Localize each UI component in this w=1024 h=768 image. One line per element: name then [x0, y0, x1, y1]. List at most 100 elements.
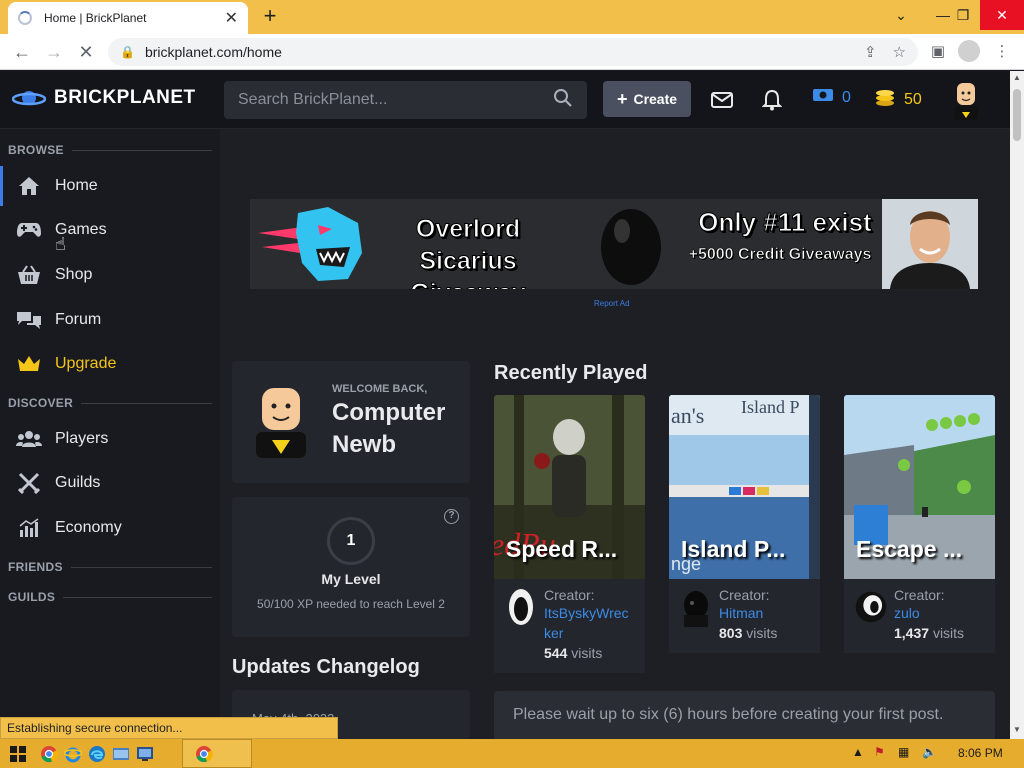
help-question-icon[interactable]: ? — [444, 509, 459, 524]
sidebar-item-home[interactable]: Home — [0, 166, 220, 206]
brickplanet-logo[interactable]: BRICKPLANET — [12, 87, 196, 109]
new-tab-button[interactable]: + — [258, 3, 282, 29]
url-text[interactable]: brickplanet.com/home — [145, 44, 848, 60]
bucks-icon — [812, 87, 834, 108]
game-meta: Creator: ItsByskyWrecker 544 visits — [494, 579, 645, 673]
game-card-escape[interactable]: Escape ... Creator: zulo 1,437 visits — [844, 395, 995, 653]
tray-volume-icon[interactable]: 🔈 — [922, 745, 937, 759]
sidebar-item-games[interactable]: Games — [0, 210, 220, 250]
search-box[interactable] — [224, 81, 587, 119]
create-label: Create — [633, 91, 678, 107]
sidebar-item-players[interactable]: Players — [0, 419, 220, 459]
sidebar-item-label: Shop — [55, 266, 93, 283]
profile-avatar[interactable] — [246, 382, 316, 463]
restore-button[interactable]: ❐ — [946, 0, 980, 30]
edge-icon[interactable] — [86, 741, 108, 766]
address-bar[interactable]: 🔒 brickplanet.com/home ⇪ ☆ — [108, 38, 918, 66]
chrome-taskbar-icon[interactable] — [38, 741, 60, 766]
scroll-up-arrow-icon[interactable]: ▲ — [1010, 73, 1024, 82]
browser-tab[interactable]: Home | BrickPlanet ✕ — [8, 2, 248, 34]
sidebar-item-forum[interactable]: Forum — [0, 300, 220, 340]
game-title: Escape ... — [856, 536, 963, 562]
lock-icon[interactable]: 🔒 — [120, 45, 135, 59]
side-panel-icon[interactable]: ▣ — [926, 40, 950, 64]
report-ad-link[interactable]: Report Ad — [594, 299, 630, 308]
tab-search-chevron-icon[interactable]: ⌄ — [884, 0, 918, 30]
sidebar-item-economy[interactable]: Economy — [0, 508, 220, 548]
taskbar-clock[interactable]: 8:06 PM — [958, 746, 1003, 760]
start-button[interactable] — [6, 741, 30, 766]
creator-name-link[interactable]: Hitman — [719, 603, 777, 623]
share-icon[interactable]: ⇪ — [864, 43, 877, 61]
back-button[interactable]: ← — [10, 40, 34, 64]
browse-heading-text: BROWSE — [8, 143, 64, 157]
gamepad-icon — [16, 219, 42, 241]
creator-name-link[interactable]: ItsByskyWrecker — [544, 603, 635, 643]
creator-name-link[interactable]: zulo — [894, 603, 964, 623]
sidebar-item-label: Guilds — [55, 474, 101, 491]
sidebar-item-upgrade[interactable]: Upgrade — [0, 344, 220, 384]
browser-profile-icon[interactable] — [958, 40, 980, 62]
banner-giveaway-title: Overlord Sicarius Giveaway — [410, 215, 526, 290]
beast-logo-icon — [258, 207, 362, 281]
chrome-running-icon[interactable] — [193, 741, 215, 766]
windows-taskbar: ▲ ⚑ ▦ 🔈 — [0, 739, 1024, 768]
user-avatar[interactable] — [946, 80, 986, 120]
close-tab-icon[interactable]: ✕ — [225, 8, 238, 28]
game-thumbnail[interactable]: Escape ... — [844, 395, 995, 579]
tray-expand-icon[interactable]: ▲ — [852, 745, 864, 759]
notifications-bell-icon[interactable] — [758, 86, 786, 114]
level-badge: 1 — [327, 517, 375, 565]
stop-loading-button[interactable]: ✕ — [74, 40, 98, 64]
friends-heading-text: FRIENDS — [8, 560, 63, 574]
ad-banner[interactable]: Overlord Sicarius Giveaway Only #11 exis… — [250, 199, 978, 289]
game-card-speed-run[interactable]: edRu Speed R... Creator: ItsByskyWrecker… — [494, 395, 645, 673]
visits-count: 803 — [719, 625, 743, 641]
bookmark-star-icon[interactable]: ☆ — [893, 43, 906, 61]
discover-heading-text: DISCOVER — [8, 396, 74, 410]
creator-avatar[interactable] — [854, 587, 888, 627]
divider — [71, 149, 212, 151]
sidebar-item-label: Players — [55, 430, 109, 447]
desktop-app-icon[interactable] — [134, 741, 156, 766]
banner-credit-text: +5000 Credit Giveaways — [688, 246, 872, 264]
create-button[interactable]: + Create — [603, 81, 691, 117]
scrollbar-thumb[interactable] — [1013, 89, 1021, 141]
bucks-balance[interactable]: 0 — [812, 87, 851, 108]
game-card-island[interactable]: an's Island P nge Island P... Creator: H… — [669, 395, 820, 653]
welcome-back-label: WELCOME BACK, — [332, 383, 428, 395]
game-meta: Creator: Hitman 803 visits — [669, 579, 820, 653]
logo-text: BRICKPLANET — [54, 87, 196, 108]
browser-menu-icon[interactable]: ⋮ — [990, 40, 1014, 64]
search-input[interactable] — [238, 91, 553, 109]
tray-network-icon[interactable]: ▦ — [898, 745, 909, 759]
divider — [63, 596, 212, 598]
internet-explorer-icon[interactable] — [62, 741, 84, 766]
creator-avatar[interactable] — [504, 587, 538, 627]
divider — [81, 402, 212, 404]
scroll-down-arrow-icon[interactable]: ▼ — [1010, 725, 1024, 734]
creator-avatar[interactable] — [679, 587, 713, 627]
credits-coins-icon — [874, 87, 896, 112]
game-thumbnail[interactable]: an's Island P nge Island P... — [669, 395, 820, 579]
divider — [70, 566, 212, 568]
sidebar-item-shop[interactable]: Shop — [0, 255, 220, 295]
username[interactable]: Computer Newb — [332, 397, 467, 461]
file-explorer-icon[interactable] — [110, 741, 132, 766]
svg-text:Island P: Island P — [741, 397, 800, 417]
messages-envelope-icon[interactable] — [708, 86, 736, 114]
svg-text:an's: an's — [671, 403, 704, 428]
visits-label: visits — [932, 625, 965, 641]
page-scrollbar[interactable]: ▲ ▼ — [1010, 71, 1024, 739]
close-window-button[interactable]: ✕ — [980, 0, 1024, 30]
sidebar-item-guilds[interactable]: Guilds — [0, 463, 220, 503]
discover-heading: DISCOVER — [8, 396, 212, 410]
search-icon[interactable] — [553, 88, 573, 113]
game-meta: Creator: zulo 1,437 visits — [844, 579, 995, 653]
friends-heading: FRIENDS — [8, 560, 212, 574]
game-thumbnail[interactable]: edRu Speed R... — [494, 395, 645, 579]
sidebar-item-label: Home — [55, 177, 98, 194]
tray-flag-icon[interactable]: ⚑ — [874, 745, 885, 759]
credits-balance[interactable]: 50 — [874, 87, 922, 112]
forward-button[interactable]: → — [42, 40, 66, 64]
